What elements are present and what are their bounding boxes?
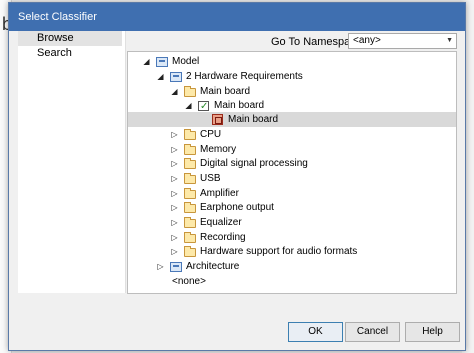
classifier-tree: ◢ Model ◢ 2 Hardware Requirements ◢ Main… [127,51,457,294]
folder-icon [184,158,196,169]
tree-node-equalizer[interactable]: ▷ Equalizer [142,215,392,230]
tree-node-label: Equalizer [200,217,242,228]
help-button[interactable]: Help [405,322,460,342]
cancel-button[interactable]: Cancel [345,322,400,342]
namespace-dropdown[interactable]: <any> ▼ [348,33,457,49]
folder-icon [184,246,196,257]
model-icon [156,57,168,67]
dialog-titlebar[interactable]: Select Classifier [9,3,465,31]
tree-node-label: Digital signal processing [200,158,308,169]
tree-node-label: Main board [214,100,265,111]
collapsed-icon[interactable]: ▷ [170,156,179,171]
block-icon [212,114,223,125]
expanded-icon[interactable]: ◢ [142,54,151,69]
tree-node-label: CPU [200,129,222,140]
tree-node-label: Hardware support for audio formats [200,246,358,257]
tree-node-hardware-requirements[interactable]: ◢ 2 Hardware Requirements [142,69,392,84]
tree-node-label: Architecture [186,261,240,272]
tab-search[interactable]: Search [18,46,122,61]
folder-icon [184,129,196,140]
tree-node-hardware-support-audio-formats[interactable]: ▷ Hardware support for audio formats [142,244,392,259]
collapsed-icon[interactable]: ▷ [170,142,179,157]
tree-node-label: 2 Hardware Requirements [186,71,303,82]
tree-node-label: Memory [200,144,237,155]
tree-node-label: Main board [200,86,251,97]
package-icon [170,72,182,82]
tree-node-label: Model [172,56,200,67]
tree-node-main-board-block[interactable]: Main board [128,112,456,127]
folder-icon [184,144,196,155]
tab-browse[interactable]: Browse [18,31,122,46]
expanded-icon[interactable]: ◢ [184,98,193,113]
collapsed-icon[interactable]: ▷ [170,186,179,201]
tree-node-none[interactable]: <none> [142,274,342,289]
folder-icon [184,232,196,243]
tree-node-architecture[interactable]: ▷ Architecture [142,259,392,274]
collapsed-icon[interactable]: ▷ [170,127,179,142]
dialog-title: Select Classifier [18,11,97,23]
tree-node-label: <none> [172,276,206,287]
tree-node-digital-signal-processing[interactable]: ▷ Digital signal processing [142,156,392,171]
mode-tabs-pane: Browse Search [18,31,126,293]
tree-node-label: Main board [228,114,279,125]
collapsed-icon[interactable]: ▷ [170,230,179,245]
tree-node-label: USB [200,173,221,184]
tree-node-model[interactable]: ◢ Model [142,54,342,69]
diagram-icon [198,99,209,114]
select-classifier-dialog: Select Classifier Browse Search Go To Na… [8,2,466,351]
folder-icon [184,217,196,228]
folder-icon [184,202,196,213]
tree-node-usb[interactable]: ▷ USB [142,171,392,186]
tree-node-label: Earphone output [200,202,274,213]
collapsed-icon[interactable]: ▷ [156,259,165,274]
collapsed-icon[interactable]: ▷ [170,171,179,186]
tree-node-amplifier[interactable]: ▷ Amplifier [142,186,392,201]
expanded-icon[interactable]: ◢ [156,69,165,84]
collapsed-icon[interactable]: ▷ [170,215,179,230]
namespace-value: <any> [353,35,381,46]
tree-node-cpu[interactable]: ▷ CPU [142,127,392,142]
collapsed-icon[interactable]: ▷ [170,244,179,259]
tree-node-recording[interactable]: ▷ Recording [142,230,392,245]
tree-node-main-board-diagram[interactable]: ◢ Main board [142,98,392,114]
tree-node-label: Amplifier [200,188,239,199]
folder-icon [184,86,196,97]
package-icon [170,262,182,272]
chevron-down-icon: ▼ [446,37,453,44]
tree-node-memory[interactable]: ▷ Memory [142,142,392,157]
tree-node-label: Recording [200,232,246,243]
folder-icon [184,188,196,199]
folder-icon [184,173,196,184]
tree-node-earphone-output[interactable]: ▷ Earphone output [142,200,392,215]
collapsed-icon[interactable]: ▷ [170,200,179,215]
expanded-icon[interactable]: ◢ [170,84,179,99]
ok-button[interactable]: OK [288,322,343,342]
tree-node-main-board-folder[interactable]: ◢ Main board [142,84,392,99]
